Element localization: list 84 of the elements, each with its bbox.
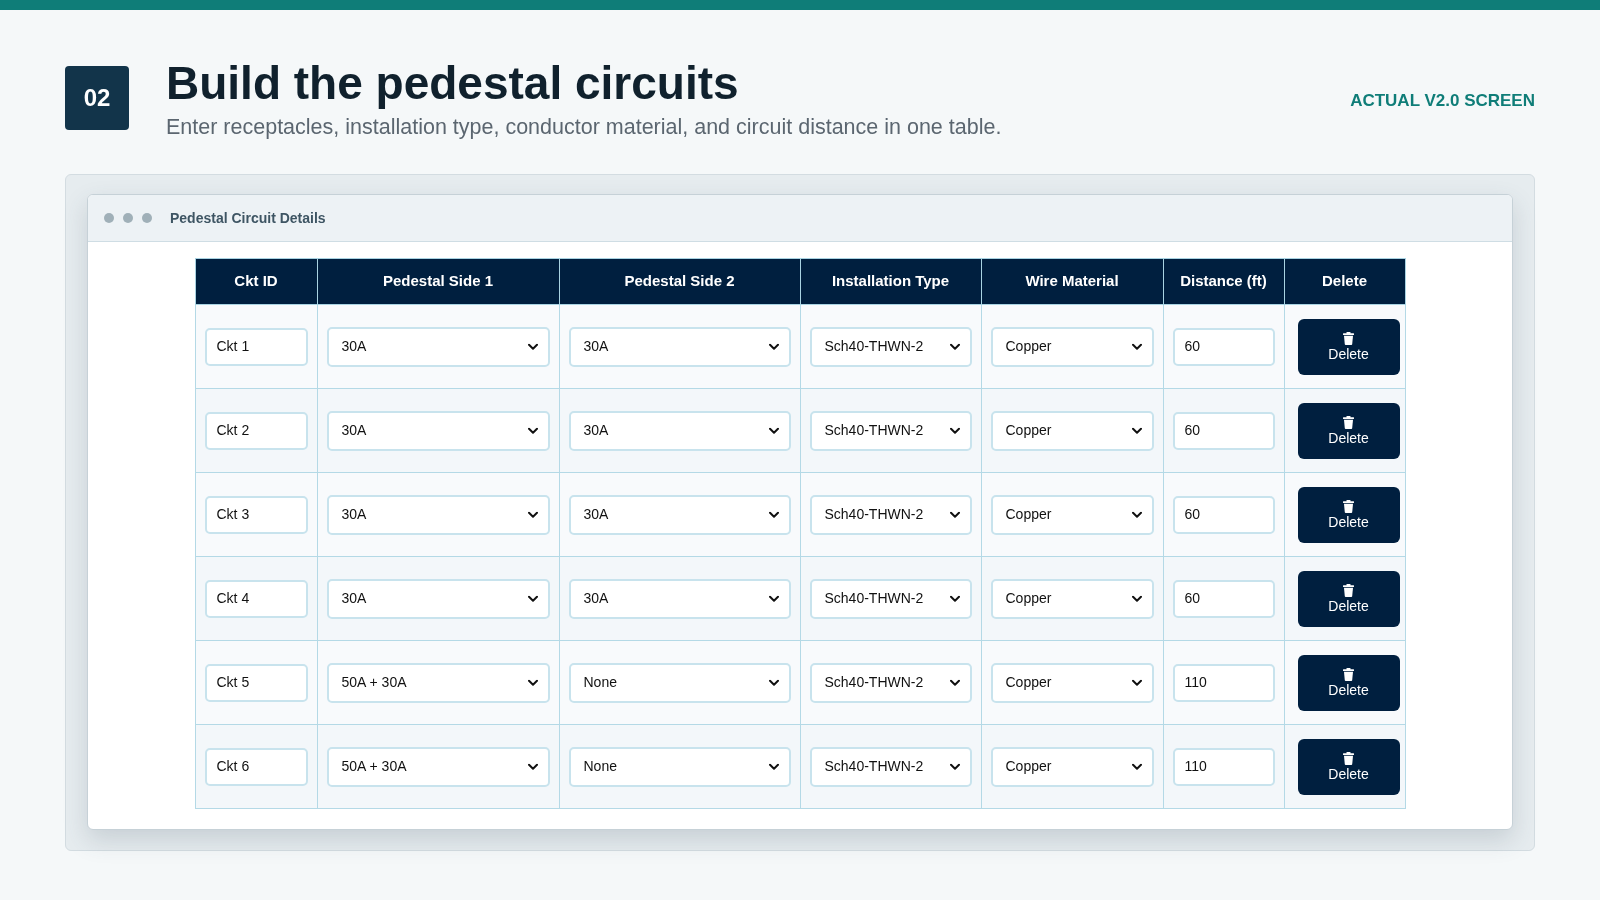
chevron-down-icon (949, 427, 960, 434)
text-field[interactable]: Ckt 2 (204, 411, 308, 450)
delete-button[interactable]: Delete (1297, 318, 1400, 375)
dropdown[interactable]: 30A (568, 410, 791, 451)
dropdown[interactable]: None (568, 746, 791, 787)
dropdown[interactable]: Copper (990, 746, 1154, 787)
dropdown[interactable]: 30A (326, 410, 550, 451)
dropdown[interactable]: Sch40-THWN-2 (809, 326, 972, 367)
chevron-down-icon (768, 595, 779, 602)
column-header: Delete (1284, 258, 1405, 305)
dropdown[interactable]: 50A + 30A (326, 746, 550, 787)
dropdown[interactable]: 30A (568, 494, 791, 535)
window-title: Pedestal Circuit Details (170, 208, 326, 228)
chevron-down-icon (527, 511, 538, 518)
dropdown[interactable]: Sch40-THWN-2 (809, 410, 972, 451)
chevron-down-icon (768, 511, 779, 518)
dropdown[interactable]: 30A (326, 494, 550, 535)
chevron-down-icon (949, 343, 960, 350)
chevron-down-icon (1131, 595, 1142, 602)
column-header: Pedestal Side 2 (559, 258, 800, 305)
text-field[interactable]: Ckt 3 (204, 495, 308, 534)
chevron-down-icon (1131, 511, 1142, 518)
step-number-badge: 02 (65, 66, 129, 130)
dropdown[interactable]: Copper (990, 578, 1154, 619)
dropdown[interactable]: Copper (990, 494, 1154, 535)
delete-button[interactable]: Delete (1297, 486, 1400, 543)
dropdown[interactable]: Copper (990, 326, 1154, 367)
dropdown[interactable]: None (568, 662, 791, 703)
dropdown[interactable]: 30A (568, 578, 791, 619)
chevron-down-icon (768, 427, 779, 434)
trash-icon (1343, 499, 1354, 513)
text-field[interactable]: Ckt 5 (204, 663, 308, 702)
screen-label: ACTUAL V2.0 SCREEN (1350, 90, 1535, 112)
column-header: Wire Material (981, 258, 1163, 305)
trash-icon (1343, 583, 1354, 597)
dropdown[interactable]: Sch40-THWN-2 (809, 494, 972, 535)
dropdown[interactable]: Sch40-THWN-2 (809, 662, 972, 703)
text-field[interactable]: 110 (1172, 663, 1275, 702)
dropdown[interactable]: Copper (990, 662, 1154, 703)
text-field[interactable]: 60 (1172, 411, 1275, 450)
dropdown[interactable]: 30A (326, 578, 550, 619)
chevron-down-icon (1131, 679, 1142, 686)
chevron-down-icon (768, 763, 779, 770)
text-field[interactable]: 60 (1172, 579, 1275, 618)
chevron-down-icon (768, 343, 779, 350)
chevron-down-icon (949, 763, 960, 770)
column-header: Installation Type (800, 258, 981, 305)
delete-button[interactable]: Delete (1297, 402, 1400, 459)
trash-icon (1343, 667, 1354, 681)
chevron-down-icon (949, 679, 960, 686)
chevron-down-icon (768, 679, 779, 686)
text-field[interactable]: 60 (1172, 495, 1275, 534)
column-header: Ckt ID (195, 258, 317, 305)
column-header: Pedestal Side 1 (317, 258, 559, 305)
chevron-down-icon (1131, 763, 1142, 770)
trash-icon (1343, 415, 1354, 429)
dropdown[interactable]: 30A (326, 326, 550, 367)
text-field[interactable]: Ckt 6 (204, 747, 308, 786)
trash-icon (1343, 331, 1354, 345)
chevron-down-icon (527, 343, 538, 350)
dropdown[interactable]: Copper (990, 410, 1154, 451)
text-field[interactable]: 60 (1172, 327, 1275, 366)
text-field[interactable]: Ckt 4 (204, 579, 308, 618)
page-title: Build the pedestal circuits (166, 56, 740, 110)
chevron-down-icon (1131, 427, 1142, 434)
chevron-down-icon (527, 763, 538, 770)
chevron-down-icon (949, 511, 960, 518)
chevron-down-icon (527, 595, 538, 602)
chevron-down-icon (1131, 343, 1142, 350)
dropdown[interactable]: 50A + 30A (326, 662, 550, 703)
dropdown[interactable]: Sch40-THWN-2 (809, 746, 972, 787)
text-field[interactable]: 110 (1172, 747, 1275, 786)
chevron-down-icon (949, 595, 960, 602)
text-field[interactable]: Ckt 1 (204, 327, 308, 366)
chevron-down-icon (527, 679, 538, 686)
dropdown[interactable]: 30A (568, 326, 791, 367)
delete-button[interactable]: Delete (1297, 738, 1400, 795)
trash-icon (1343, 751, 1354, 765)
page-subtitle: Enter receptacles, installation type, conductor material, and circuit distance in one table. (166, 114, 1002, 141)
delete-button[interactable]: Delete (1297, 570, 1400, 627)
chevron-down-icon (527, 427, 538, 434)
column-header: Distance (ft) (1163, 258, 1284, 305)
delete-button[interactable]: Delete (1297, 654, 1400, 711)
dropdown[interactable]: Sch40-THWN-2 (809, 578, 972, 619)
